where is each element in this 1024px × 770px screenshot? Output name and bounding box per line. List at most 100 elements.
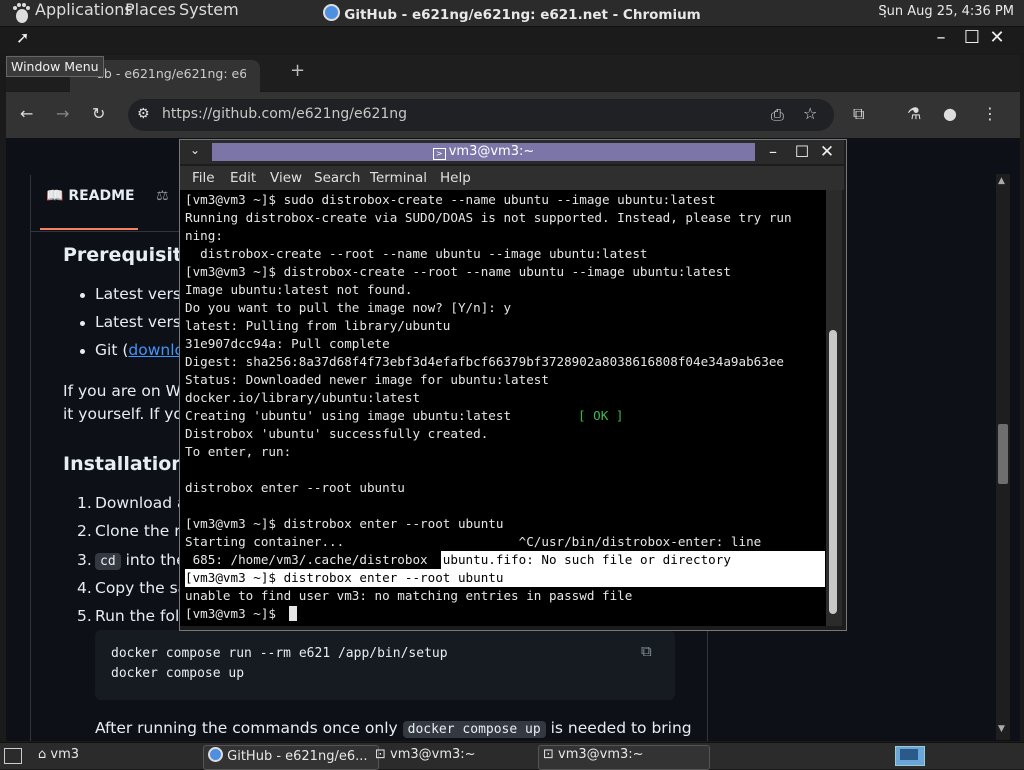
paragraph-line: After running the commands once only doc… (95, 719, 692, 738)
terminal-line: distrobox-create --root --name ubuntu --… (185, 246, 648, 261)
menu-terminal[interactable]: Terminal (370, 170, 427, 186)
copy-icon[interactable]: ⧉ (641, 642, 652, 660)
forward-icon[interactable]: → (56, 104, 69, 123)
list-item: Clone the re (95, 522, 190, 540)
close-icon[interactable]: ✕ (986, 27, 1008, 49)
taskbar-chromium[interactable]: GitHub - e621ng/e6... (203, 745, 379, 770)
terminal-line: latest: Pulling from library/ubuntu (185, 318, 451, 333)
terminal-close-icon[interactable]: ✕ (816, 141, 838, 163)
terminal-line: [vm3@vm3 ~]$ distrobox-create --root --n… (185, 264, 731, 279)
terminal-line: Starting container... ^C/usr/bin/distrob… (185, 534, 762, 549)
paragraph-line: it yourself. If you (63, 405, 193, 423)
terminal-line: [vm3@vm3 ~]$ distrobox enter --root ubun… (185, 570, 504, 585)
window-menu-tooltip: Window Menu (6, 56, 104, 77)
terminal-line: unable to find user vm3: no matching ent… (185, 588, 633, 603)
terminal-line: Creating 'ubuntu' using image ubuntu:lat… (185, 408, 557, 423)
minimize-icon[interactable]: – (930, 27, 952, 49)
terminal-line: distrobox enter --root ubuntu (185, 480, 405, 495)
back-icon[interactable]: ← (20, 104, 33, 123)
reload-icon[interactable]: ↻ (92, 104, 105, 123)
taskbar-terminal-2[interactable]: ⊡ vm3@vm3:~ (538, 745, 710, 770)
profile-icon[interactable]: ● (943, 104, 957, 123)
heading-prerequisites: Prerequisite (63, 244, 195, 266)
terminal-line: Distrobox 'ubuntu' successfully created. (185, 426, 489, 441)
menu-edit[interactable]: Edit (230, 170, 256, 186)
inline-code: docker compose up (402, 721, 546, 738)
terminal-line: [vm3@vm3 ~]$ distrobox enter --root ubun… (185, 516, 504, 531)
terminal-scrollbar-thumb[interactable] (829, 330, 837, 614)
terminal-icon: ⊡ (543, 747, 554, 762)
step-number: 1. (77, 494, 92, 512)
menu-search[interactable]: Search (314, 170, 360, 186)
menu-view[interactable]: View (270, 170, 302, 186)
list-item: Latest versi (95, 285, 186, 303)
terminal-line: 685: /home/vm3/.cache/distrobox/.ubuntu.… (185, 552, 731, 567)
terminal-title: > vm3@vm3:~ (212, 144, 755, 160)
git-download-link[interactable]: downlo (128, 341, 184, 359)
mouse-pointer-icon: ➚ (16, 28, 30, 47)
new-tab-button[interactable]: + (290, 60, 305, 81)
scroll-up-arrow-icon[interactable]: ▲ (998, 176, 1005, 186)
chromium-window-title: GitHub - e621ng/e621ng: e621.net - Chrom… (0, 4, 1024, 23)
list-item: Download a (95, 494, 187, 512)
terminal-line: Status: Downloaded newer image for ubunt… (185, 372, 549, 387)
terminal-line: [vm3@vm3 ~]$ sudo distrobox-create --nam… (185, 192, 716, 207)
step-number: 5. (77, 607, 92, 625)
code-line: docker compose up (111, 666, 245, 681)
license-scale-icon[interactable]: ⚖ (156, 188, 169, 204)
workspace-window-preview (900, 749, 918, 760)
tab-readme[interactable]: 📖 README (46, 188, 135, 204)
site-info-icon[interactable]: ⚙ (137, 106, 150, 122)
chromium-icon (323, 4, 341, 21)
window-menu-chevron-icon[interactable]: ⌄ (190, 143, 200, 157)
tab-title: ub - e621ng/e621ng: e6... (96, 66, 246, 81)
bullet (80, 349, 85, 354)
bullet (80, 321, 85, 326)
step-number: 3. (77, 551, 92, 569)
page-scrollbar-thumb[interactable] (998, 424, 1008, 484)
terminal-cursor (289, 606, 297, 621)
terminal-line: ning: (185, 228, 223, 243)
bottom-taskbar (0, 742, 1024, 769)
show-desktop-icon[interactable] (4, 748, 22, 764)
terminal-maximize-icon[interactable]: ☐ (791, 141, 813, 163)
install-app-icon[interactable]: ⎙ (771, 105, 784, 125)
terminal-line: Do you want to pull the image now? [Y/n]… (185, 300, 512, 315)
list-item: Git (downlo (95, 341, 184, 359)
terminal-line: Image ubuntu:latest not found. (185, 282, 413, 297)
terminal-line: To enter, run: (185, 444, 292, 459)
browser-menu-icon[interactable]: ⋮ (982, 104, 998, 123)
taskbar-terminal-1[interactable]: ⊡ vm3@vm3:~ (375, 747, 476, 768)
terminal-line: Digest: sha256:8a37d68f4f73ebf3d4efafbcf… (185, 354, 784, 369)
code-line: docker compose run --rm e621 /app/bin/se… (111, 646, 448, 661)
labs-flask-icon[interactable]: ⚗ (907, 104, 921, 123)
terminal-line: 31e907dcc94a: Pull complete (185, 336, 390, 351)
extensions-icon[interactable]: ⧉ (853, 104, 864, 124)
home-icon: ⌂ (38, 747, 47, 762)
menu-file[interactable]: File (192, 170, 215, 186)
terminal-icon: ⊡ (375, 747, 386, 762)
terminal-prompt: [vm3@vm3 ~]$ (185, 606, 284, 621)
maximize-icon[interactable]: ☐ (961, 27, 983, 49)
list-item: cd into the (95, 551, 186, 570)
bookmark-star-icon[interactable]: ☆ (803, 104, 817, 123)
paragraph-line: If you are on Wi (63, 382, 185, 400)
list-item: Copy the sa (95, 579, 188, 597)
step-number: 2. (77, 522, 92, 540)
scroll-down-arrow-icon[interactable]: ▼ (998, 724, 1005, 734)
taskbar-home-folder[interactable]: ⌂ vm3 (38, 747, 79, 768)
book-icon: 📖 (46, 188, 64, 204)
terminal-line: docker.io/library/ubuntu:latest (185, 390, 421, 405)
list-item: Latest versi (95, 313, 186, 331)
ok-status: [ OK ] (578, 408, 624, 423)
inline-code: cd (95, 553, 121, 570)
chromium-icon (208, 747, 223, 762)
terminal-line: Running distrobox-create via SUDO/DOAS i… (185, 210, 792, 225)
chromium-titlebar[interactable] (0, 27, 1024, 53)
code-block (95, 630, 675, 700)
menu-help[interactable]: Help (440, 170, 471, 186)
terminal-icon: > (432, 148, 446, 160)
terminal-minimize-icon[interactable]: – (762, 141, 784, 163)
url-text[interactable]: https://github.com/e621ng/e621ng (162, 106, 407, 122)
bullet (80, 293, 85, 298)
